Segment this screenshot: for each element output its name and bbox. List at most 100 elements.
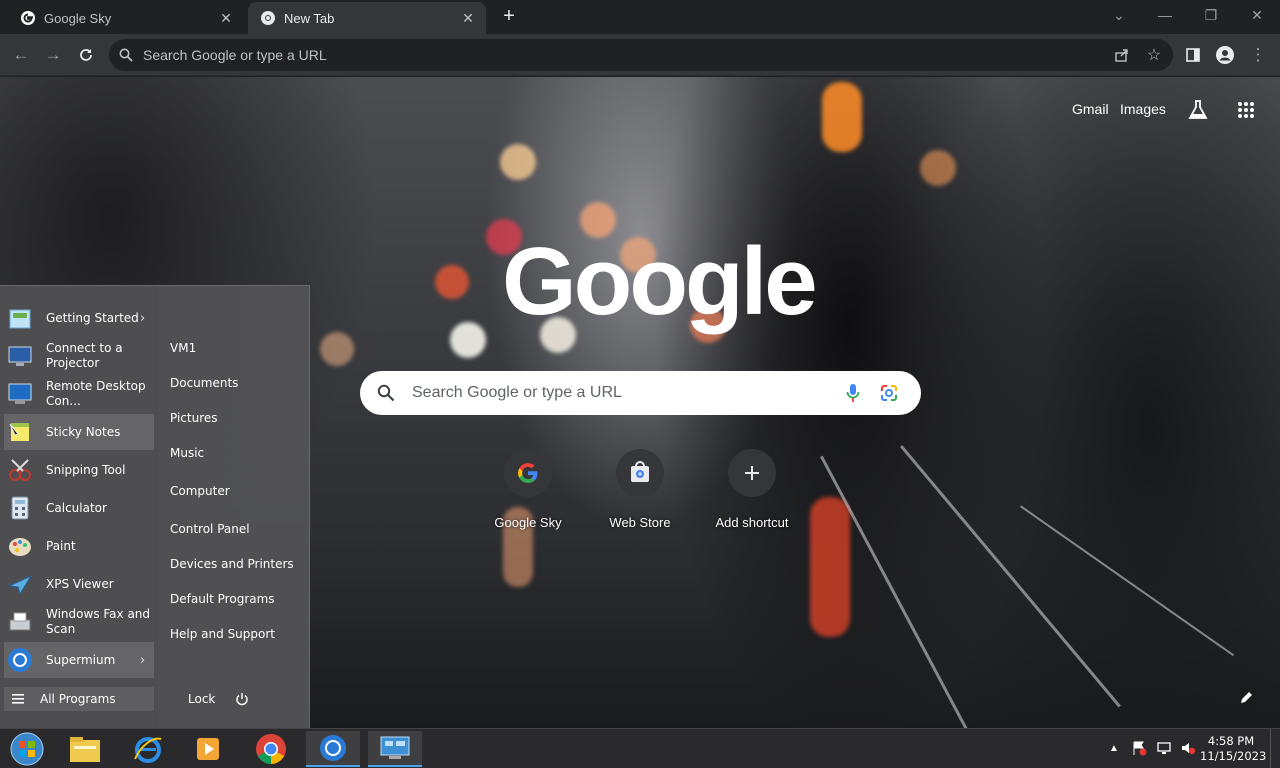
window-close-icon[interactable]: ✕ (1234, 0, 1280, 30)
shortcut-label: Web Store (609, 515, 671, 530)
projector-icon (4, 340, 36, 372)
omnibox[interactable]: Search Google or type a URL ☆ (109, 39, 1173, 71)
action-center-flag-icon[interactable] (1130, 739, 1148, 757)
profile-icon[interactable] (1213, 43, 1237, 67)
supermium-icon[interactable] (306, 731, 360, 767)
shortcut-label: Add shortcut (715, 515, 789, 530)
microphone-icon[interactable] (835, 383, 871, 403)
gmail-link[interactable]: Gmail (1072, 101, 1109, 117)
place-documents[interactable]: Documents (170, 376, 238, 390)
internet-explorer-icon[interactable] (121, 731, 175, 767)
remote-app-icon[interactable] (368, 731, 422, 767)
start-orb-icon[interactable] (0, 731, 54, 767)
bookmark-star-icon[interactable]: ☆ (1142, 43, 1166, 67)
bokeh-light (822, 82, 862, 152)
shortcut-google-sky[interactable]: Google Sky (472, 449, 584, 545)
shortcut-add[interactable]: Add shortcut (696, 449, 808, 545)
program-paint[interactable]: Paint (4, 528, 154, 564)
explorer-icon[interactable] (58, 731, 112, 767)
restore-icon[interactable]: ❐ (1188, 0, 1234, 30)
google-lens-icon[interactable] (871, 383, 907, 403)
program-calculator[interactable]: Calculator (4, 490, 154, 526)
program-windows-fax-scan[interactable]: Windows Fax and Scan (4, 604, 154, 640)
show-desktop-button[interactable] (1270, 729, 1280, 768)
customize-pencil-icon[interactable] (1237, 687, 1257, 707)
side-panel-icon[interactable] (1181, 43, 1205, 67)
calculator-icon (4, 492, 36, 524)
tray-overflow-icon[interactable]: ▲ (1105, 739, 1123, 757)
place-computer[interactable]: Computer (170, 484, 230, 498)
program-getting-started[interactable]: Getting Started › (4, 300, 154, 336)
tab-title: Google Sky (44, 10, 112, 26)
close-icon[interactable]: ✕ (460, 10, 476, 27)
remote-desktop-icon (4, 378, 36, 410)
xps-viewer-icon (4, 568, 36, 600)
google-g-icon (20, 10, 36, 26)
minimize-icon[interactable]: — (1142, 0, 1188, 30)
omnibox-placeholder: Search Google or type a URL (143, 47, 327, 63)
system-clock[interactable]: 4:58 PM 11/15/2023 (1200, 734, 1267, 764)
paint-icon (4, 530, 36, 562)
road-streak (1020, 505, 1235, 657)
volume-muted-icon[interactable] (1179, 739, 1197, 757)
menu-kebab-icon[interactable]: ⋮ (1246, 43, 1270, 67)
all-programs-button[interactable]: All Programs (4, 687, 154, 711)
chrome-icon (260, 10, 276, 26)
shortcut-web-store[interactable]: Web Store (584, 449, 696, 545)
bokeh-light (810, 497, 850, 637)
tab-title: New Tab (284, 10, 335, 26)
chrome-icon[interactable] (244, 731, 298, 767)
labs-flask-icon[interactable] (1185, 97, 1211, 123)
program-sticky-notes[interactable]: Sticky Notes (4, 414, 154, 450)
share-icon[interactable] (1110, 43, 1134, 67)
web-store-icon (616, 449, 664, 497)
place-devices-printers[interactable]: Devices and Printers (170, 557, 294, 571)
place-pictures[interactable]: Pictures (170, 411, 218, 425)
fax-scan-icon (4, 606, 36, 638)
start-menu: Getting Started › Connect to a Projector… (0, 285, 310, 729)
plus-icon (728, 449, 776, 497)
place-vm1[interactable]: VM1 (170, 341, 196, 355)
close-icon[interactable]: ✕ (218, 10, 234, 27)
place-help-support[interactable]: Help and Support (170, 627, 275, 641)
program-snipping-tool[interactable]: Snipping Tool (4, 452, 154, 488)
list-icon (12, 694, 26, 704)
place-music[interactable]: Music (170, 446, 204, 460)
place-control-panel[interactable]: Control Panel (170, 522, 250, 536)
back-icon[interactable]: ← (9, 43, 33, 67)
clock-date: 11/15/2023 (1200, 749, 1267, 763)
tab-google-sky[interactable]: Google Sky ✕ (8, 2, 244, 34)
reload-icon[interactable] (74, 43, 98, 67)
tab-strip: Google Sky ✕ New Tab ✕ + ⌄ — ❐ ✕ (0, 0, 1280, 34)
search-icon (109, 48, 143, 62)
taskbar: ▲ 4:58 PM 11/15/2023 (0, 728, 1280, 768)
program-supermium[interactable]: Supermium › (4, 642, 154, 678)
sticky-notes-icon (4, 416, 36, 448)
search-placeholder: Search Google or type a URL (412, 384, 622, 401)
supermium-icon (4, 644, 36, 676)
forward-icon[interactable]: → (41, 43, 65, 67)
search-icon (360, 384, 412, 402)
lock-button[interactable]: Lock (188, 692, 215, 706)
clock-time: 4:58 PM (1207, 734, 1255, 748)
google-logo: Google (502, 228, 818, 335)
media-player-icon[interactable] (181, 731, 235, 767)
images-link[interactable]: Images (1120, 101, 1166, 117)
program-connect-projector[interactable]: Connect to a Projector (4, 338, 154, 374)
bokeh-light (450, 322, 486, 358)
power-icon[interactable] (234, 691, 250, 707)
getting-started-icon (4, 302, 36, 334)
tab-search-icon[interactable]: ⌄ (1096, 0, 1142, 30)
shortcut-label: Google Sky (494, 515, 562, 530)
program-remote-desktop[interactable]: Remote Desktop Con... (4, 376, 154, 412)
apps-grid-icon[interactable] (1233, 97, 1259, 123)
network-icon[interactable] (1155, 739, 1173, 757)
snipping-tool-icon (4, 454, 36, 486)
bokeh-light (435, 265, 469, 299)
chevron-right-icon: › (140, 652, 146, 668)
new-tab-button[interactable]: + (498, 6, 520, 28)
ntp-search-box[interactable]: Search Google or type a URL (360, 371, 921, 415)
program-xps-viewer[interactable]: XPS Viewer (4, 566, 154, 602)
tab-new-tab[interactable]: New Tab ✕ (248, 2, 486, 34)
place-default-programs[interactable]: Default Programs (170, 592, 275, 606)
